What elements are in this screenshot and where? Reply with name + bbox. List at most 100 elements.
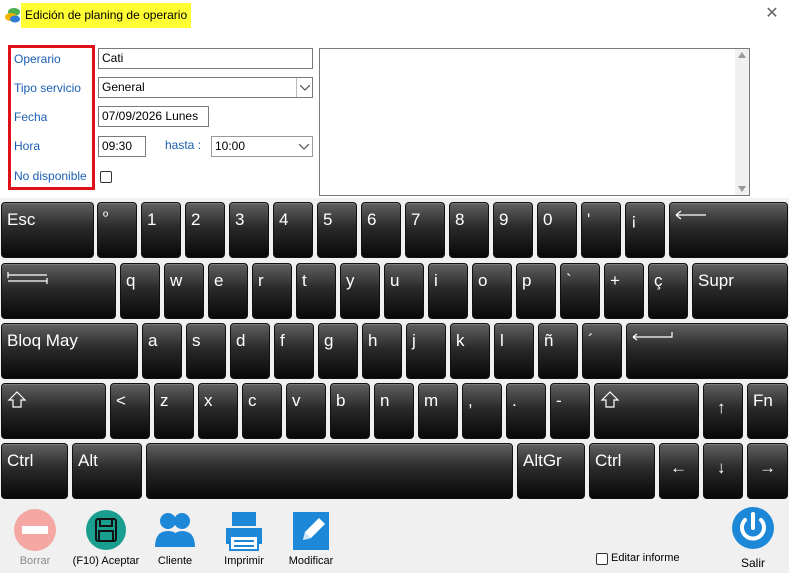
key-e[interactable]: e <box>208 263 248 319</box>
fecha-input[interactable]: 07/09/2026 Lunes <box>98 106 209 127</box>
key-d[interactable]: d <box>230 323 270 379</box>
notes-scrollbar[interactable] <box>735 49 749 195</box>
key-l[interactable]: l <box>494 323 534 379</box>
key-i[interactable]: i <box>428 263 468 319</box>
key-o[interactable]: o <box>472 263 512 319</box>
key-caps-lock[interactable]: Bloq May <box>1 323 138 379</box>
key-0[interactable]: 0 <box>537 202 577 258</box>
key-3[interactable]: 3 <box>229 202 269 258</box>
key-acute[interactable]: ´ <box>582 323 622 379</box>
scroll-up-icon[interactable] <box>738 52 746 58</box>
key-inverted-exclamation[interactable]: ¡ <box>625 202 665 258</box>
close-icon: ✕ <box>765 5 779 22</box>
chevron-down-icon[interactable] <box>296 78 312 97</box>
editar-informe-checkbox[interactable] <box>596 553 608 565</box>
key-apostrophe[interactable]: ' <box>581 202 621 258</box>
key-period[interactable]: . <box>506 383 546 439</box>
chevron-down-icon[interactable] <box>296 137 312 156</box>
tipo-servicio-select[interactable]: General <box>98 77 313 98</box>
key-m[interactable]: m <box>418 383 458 439</box>
key-arrow-up[interactable]: ↑ <box>703 383 743 439</box>
key-fn[interactable]: Fn <box>747 383 788 439</box>
key-8[interactable]: 8 <box>449 202 489 258</box>
key-n[interactable]: n <box>374 383 414 439</box>
borrar-button[interactable]: Borrar <box>12 508 58 567</box>
modificar-button[interactable]: Modificar <box>287 508 335 567</box>
key-b[interactable]: b <box>330 383 370 439</box>
key-alt[interactable]: Alt <box>72 443 142 499</box>
key-ordinal[interactable]: º <box>97 202 137 258</box>
key-arrow-right[interactable]: → <box>747 443 788 499</box>
key-minus[interactable]: - <box>550 383 590 439</box>
imprimir-label: Imprimir <box>224 555 264 567</box>
key-g[interactable]: g <box>318 323 358 379</box>
key-7[interactable]: 7 <box>405 202 445 258</box>
key-1[interactable]: 1 <box>141 202 181 258</box>
key-w[interactable]: w <box>164 263 204 319</box>
key-2[interactable]: 2 <box>185 202 225 258</box>
key-a[interactable]: a <box>142 323 182 379</box>
key-tab[interactable] <box>1 263 116 319</box>
key-backspace[interactable] <box>669 202 788 258</box>
key-c[interactable]: c <box>242 383 282 439</box>
key-f[interactable]: f <box>274 323 314 379</box>
tab-icon <box>7 272 48 284</box>
key-4[interactable]: 4 <box>273 202 313 258</box>
key-supr[interactable]: Supr <box>692 263 788 319</box>
key-less-than[interactable]: < <box>110 383 150 439</box>
key-altgr[interactable]: AltGr <box>517 443 585 499</box>
tipo-servicio-label: Tipo servicio <box>14 81 81 95</box>
operario-label: Operario <box>14 52 61 66</box>
key-shift-left[interactable] <box>1 383 106 439</box>
hasta-label: hasta : <box>165 138 202 152</box>
key-comma[interactable]: , <box>462 383 502 439</box>
key-u[interactable]: u <box>384 263 424 319</box>
key-space[interactable] <box>146 443 513 499</box>
notes-textarea[interactable] <box>319 48 750 196</box>
salir-label: Salir <box>740 556 765 570</box>
key-x[interactable]: x <box>198 383 238 439</box>
scroll-down-icon[interactable] <box>738 186 746 192</box>
key-h[interactable]: h <box>362 323 402 379</box>
no-disponible-label: No disponible <box>14 169 87 183</box>
key-esc[interactable]: Esc <box>1 202 94 258</box>
edit-icon <box>293 512 329 550</box>
key-arrow-down[interactable]: ↓ <box>703 443 743 499</box>
cliente-button[interactable]: Cliente <box>152 508 198 567</box>
key-ctrl-right[interactable]: Ctrl <box>589 443 655 499</box>
key-6[interactable]: 6 <box>361 202 401 258</box>
key-n-tilde[interactable]: ñ <box>538 323 578 379</box>
key-q[interactable]: q <box>120 263 160 319</box>
aceptar-button[interactable]: (F10) Aceptar <box>70 508 142 567</box>
no-disponible-checkbox[interactable] <box>100 171 112 183</box>
key-y[interactable]: y <box>340 263 380 319</box>
app-icon <box>5 8 20 23</box>
key-v[interactable]: v <box>286 383 326 439</box>
shift-icon <box>7 391 27 408</box>
key-k[interactable]: k <box>450 323 490 379</box>
key-s[interactable]: s <box>186 323 226 379</box>
key-c-cedilla[interactable]: ç <box>648 263 688 319</box>
minus-circle-icon <box>14 509 56 551</box>
key-ctrl-left[interactable]: Ctrl <box>1 443 68 499</box>
key-grave[interactable]: ` <box>560 263 600 319</box>
salir-button[interactable]: Salir <box>729 504 777 570</box>
operario-input[interactable]: Cati <box>98 48 313 69</box>
key-j[interactable]: j <box>406 323 446 379</box>
close-button[interactable]: ✕ <box>761 4 783 24</box>
key-arrow-left[interactable]: ← <box>659 443 699 499</box>
key-enter[interactable] <box>626 323 788 379</box>
key-r[interactable]: r <box>252 263 292 319</box>
key-shift-right[interactable] <box>594 383 699 439</box>
hasta-select[interactable]: 10:00 <box>211 136 313 157</box>
hora-input[interactable]: 09:30 <box>98 136 146 157</box>
key-5[interactable]: 5 <box>317 202 357 258</box>
key-plus[interactable]: + <box>604 263 644 319</box>
key-z[interactable]: z <box>154 383 194 439</box>
imprimir-button[interactable]: Imprimir <box>220 508 268 567</box>
key-p[interactable]: p <box>516 263 556 319</box>
key-t[interactable]: t <box>296 263 336 319</box>
key-9[interactable]: 9 <box>493 202 533 258</box>
fecha-label: Fecha <box>14 110 48 124</box>
editar-informe-label: Editar informe <box>611 552 680 564</box>
